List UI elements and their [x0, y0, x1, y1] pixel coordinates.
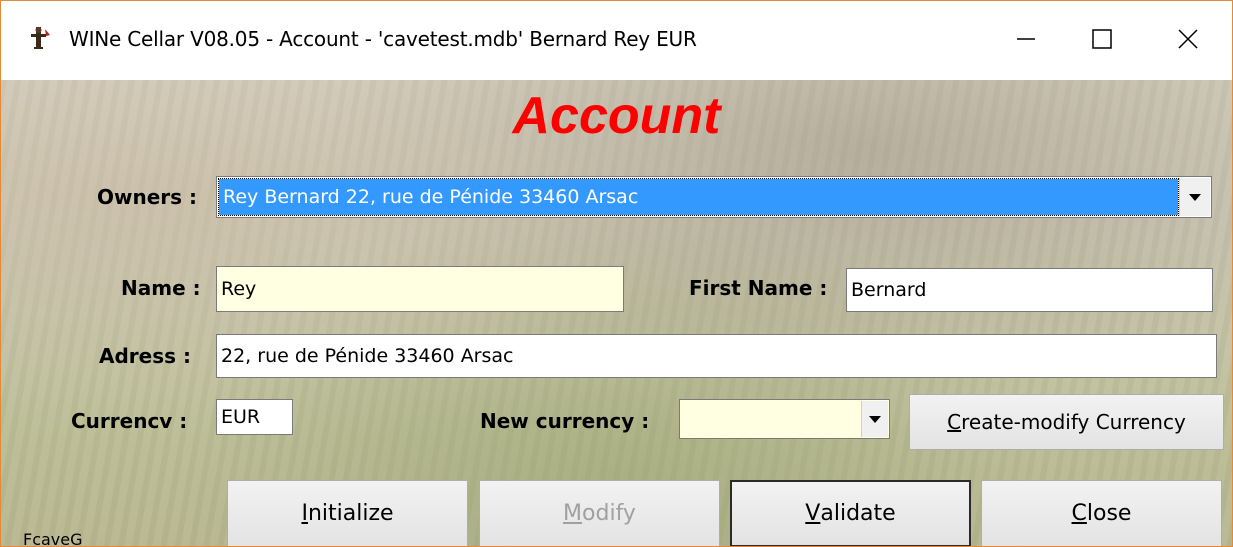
form-heading: Account: [512, 87, 721, 145]
currency-field[interactable]: EUR: [216, 399, 293, 435]
new-currency-dropdown-button[interactable]: [861, 401, 888, 437]
modify-label: odify: [582, 501, 636, 526]
maximize-button[interactable]: [1073, 15, 1131, 63]
close-button[interactable]: Close: [981, 480, 1222, 546]
create-modify-currency-button[interactable]: Create-modify Currency: [909, 394, 1224, 450]
window-title: WINe Cellar V08.05 - Account - 'cavetest…: [69, 27, 697, 51]
name-label: Name :: [121, 276, 201, 300]
close-mnemonic: C: [1071, 501, 1087, 526]
validate-button[interactable]: Validate: [730, 480, 971, 546]
close-label: lose: [1086, 501, 1132, 526]
name-field[interactable]: Rey: [216, 266, 624, 312]
new-currency-label: New currency :: [480, 409, 650, 433]
account-window: WINe Cellar V08.05 - Account - 'cavetest…: [0, 0, 1233, 547]
initialize-button[interactable]: Initialize: [227, 480, 468, 546]
form-name-label: FcaveG: [23, 530, 83, 547]
account-form: Account Owners : Rey Bernard 22, rue de …: [1, 80, 1232, 546]
validate-mnemonic: V: [805, 501, 821, 526]
address-label: Adress :: [99, 344, 191, 368]
title-bar[interactable]: WINe Cellar V08.05 - Account - 'cavetest…: [1, 1, 1232, 80]
owners-label: Owners :: [97, 185, 198, 209]
close-icon: [1178, 29, 1198, 49]
create-modify-currency-mnemonic: C: [947, 410, 962, 434]
create-modify-currency-label: reate-modify Currency: [961, 410, 1186, 434]
maximize-icon: [1092, 29, 1112, 49]
new-currency-dropdown[interactable]: [679, 399, 890, 439]
wine-cellar-app-icon: [31, 27, 50, 49]
chevron-down-icon: [1189, 193, 1201, 201]
initialize-label: nitialize: [307, 501, 394, 526]
close-window-button[interactable]: [1159, 15, 1217, 63]
owners-dropdown[interactable]: Rey Bernard 22, rue de Pénide 33460 Arsa…: [216, 176, 1212, 218]
currency-label: Currencv :: [71, 409, 188, 433]
modify-mnemonic: M: [563, 501, 583, 526]
first-name-field[interactable]: Bernard: [846, 268, 1213, 312]
owners-dropdown-button[interactable]: [1179, 178, 1210, 216]
validate-label: alidate: [820, 501, 896, 526]
minimize-button[interactable]: [997, 15, 1055, 63]
modify-button[interactable]: Modify: [479, 480, 720, 546]
minimize-icon: [1017, 38, 1035, 40]
chevron-down-icon: [869, 415, 881, 423]
owners-selected-value: Rey Bernard 22, rue de Pénide 33460 Arsa…: [218, 178, 1179, 216]
address-field[interactable]: 22, rue de Pénide 33460 Arsac: [216, 334, 1217, 378]
first-name-label: First Name :: [689, 276, 828, 300]
